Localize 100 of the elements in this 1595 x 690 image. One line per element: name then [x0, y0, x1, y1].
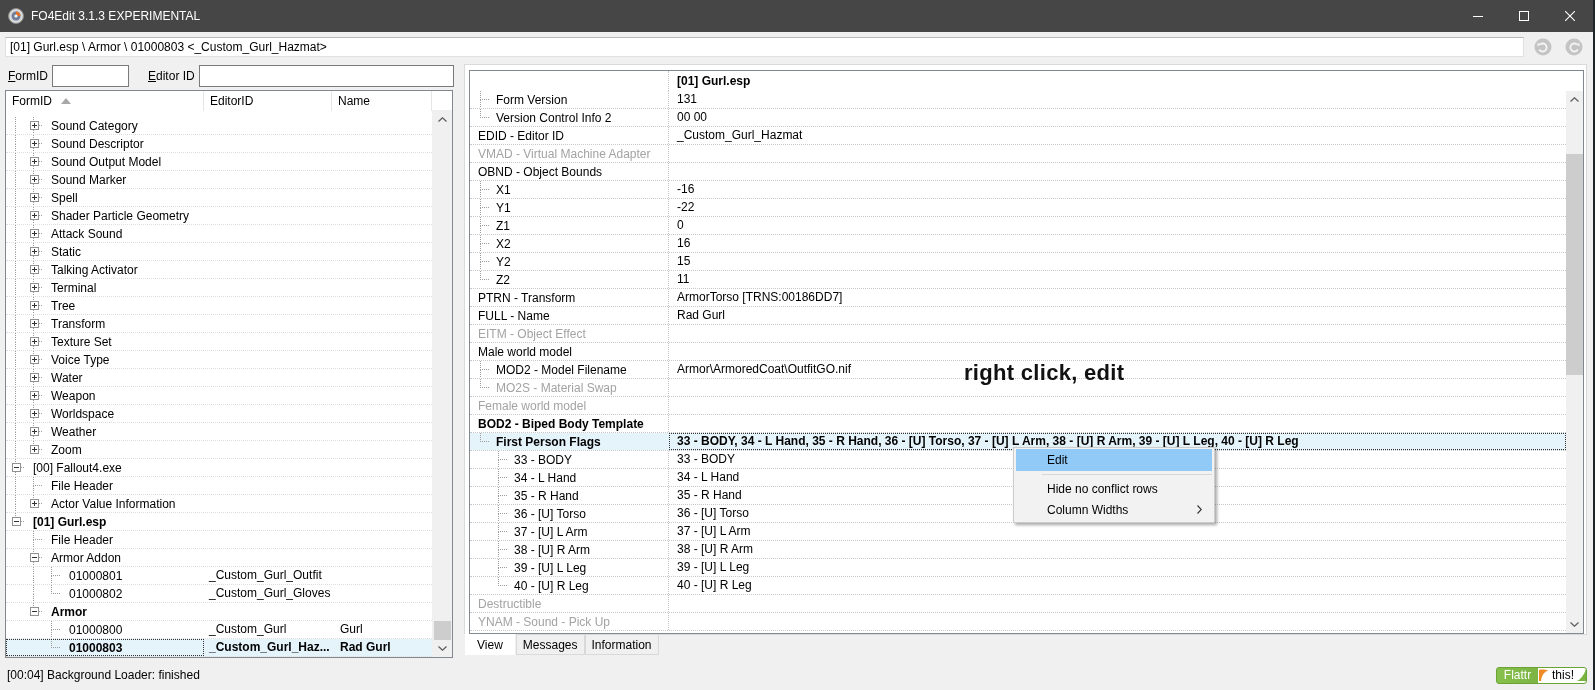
plus-box-icon[interactable]	[29, 265, 39, 274]
flattr-button[interactable]: Flattr this!	[1496, 666, 1587, 684]
minus-box-icon[interactable]	[11, 463, 21, 472]
plus-box-icon[interactable]	[29, 355, 39, 364]
column-header[interactable]: Name	[332, 91, 432, 111]
chevron-up-icon[interactable]	[437, 117, 447, 122]
plus-box-icon[interactable]	[29, 445, 39, 454]
tree-row[interactable]: Worldspace	[6, 405, 432, 423]
column-header[interactable]: FormID	[6, 91, 204, 111]
tree-row[interactable]: Sound Marker	[6, 171, 432, 189]
path-field[interactable]: [01] Gurl.esp \ Armor \ 01000803 <_Custom_Gurl_Hazmat>	[5, 37, 1524, 57]
minus-box-icon[interactable]	[29, 607, 39, 616]
tree-row[interactable]: 01000803 _Custom_Gurl_Haz... Rad Gurl	[6, 639, 432, 657]
tab[interactable]: Information	[584, 635, 659, 655]
field-row[interactable]: Male world model	[470, 343, 669, 360]
field-row[interactable]: Y2 15	[470, 253, 695, 270]
tree-row[interactable]: Sound Descriptor	[6, 135, 432, 153]
plus-box-icon[interactable]	[29, 193, 39, 202]
field-row[interactable]: Form Version 131	[470, 91, 702, 108]
field-row[interactable]: X2 16	[470, 235, 695, 252]
tab[interactable]: Messages	[515, 635, 585, 655]
tree-row[interactable]: Shader Particle Geometry	[6, 207, 432, 225]
field-row[interactable]: 35 - R Hand 35 - R Hand	[470, 487, 746, 504]
tree-row[interactable]: Weapon	[6, 387, 432, 405]
plus-box-icon[interactable]	[29, 499, 39, 508]
plus-box-icon[interactable]	[29, 157, 39, 166]
plus-box-icon[interactable]	[29, 319, 39, 328]
menu-item[interactable]: Edit	[1016, 449, 1212, 471]
field-label: MOD2 - Model Filename	[496, 362, 627, 377]
plus-box-icon[interactable]	[29, 139, 39, 148]
tree-row[interactable]: Transform	[6, 315, 432, 333]
tree-row[interactable]: Sound Category	[6, 117, 432, 135]
tab[interactable]: View	[464, 634, 516, 656]
tree-row[interactable]: Static	[6, 243, 432, 261]
chevron-down-icon[interactable]	[437, 646, 447, 651]
plus-box-icon[interactable]	[29, 391, 39, 400]
plus-box-icon[interactable]	[29, 337, 39, 346]
field-row[interactable]: FULL - Name Rad Gurl	[470, 307, 730, 324]
tree-row[interactable]: Actor Value Information	[6, 495, 432, 513]
menu-item[interactable]: Hide no conflict rows	[1016, 478, 1212, 499]
field-row[interactable]: BOD2 - Biped Body Template	[470, 415, 669, 432]
field-row[interactable]: OBND - Object Bounds	[470, 163, 669, 180]
plus-box-icon[interactable]	[29, 373, 39, 382]
tree-row[interactable]: Tree	[6, 297, 432, 315]
vertical-scrollbar[interactable]	[432, 111, 452, 657]
tree-row[interactable]: [01] Gurl.esp	[6, 513, 432, 531]
scrollbar-thumb[interactable]	[1566, 154, 1583, 375]
plus-box-icon[interactable]	[29, 229, 39, 238]
field-row[interactable]: 38 - [U] R Arm 38 - [U] R Arm	[470, 541, 757, 558]
field-row[interactable]: 34 - L Hand 34 - L Hand	[470, 469, 744, 486]
chevron-up-icon[interactable]	[1570, 97, 1579, 102]
vertical-scrollbar[interactable]	[1566, 91, 1583, 633]
field-row[interactable]: 39 - [U] L Leg 39 - [U] L Leg	[470, 559, 754, 576]
minus-box-icon[interactable]	[29, 553, 39, 562]
plus-box-icon[interactable]	[29, 409, 39, 418]
tree-row[interactable]: Sound Output Model	[6, 153, 432, 171]
filter-field[interactable]	[52, 65, 129, 87]
tree-row[interactable]: File Header	[6, 477, 432, 495]
field-row[interactable]: 37 - [U] L Arm 37 - [U] L Arm	[470, 523, 755, 540]
minus-box-icon[interactable]	[11, 517, 21, 526]
filter-field[interactable]	[198, 65, 454, 87]
tree-row[interactable]: Weather	[6, 423, 432, 441]
field-row[interactable]: Z1 0	[470, 217, 688, 234]
field-row[interactable]: X1 -16	[470, 181, 699, 198]
tree-row[interactable]: File Header	[6, 531, 432, 549]
plus-box-icon[interactable]	[29, 427, 39, 436]
tree-row[interactable]: [00] Fallout4.exe	[6, 459, 432, 477]
field-row[interactable]: Y1 -22	[470, 199, 699, 216]
tree-item-label: Shader Particle Geometry	[51, 208, 190, 223]
tree-row[interactable]: Zoom	[6, 441, 432, 459]
plus-box-icon[interactable]	[29, 175, 39, 184]
field-row[interactable]: MOD2 - Model Filename Armor\ArmoredCoat\OutfitGO.nif	[470, 361, 856, 378]
tree-row[interactable]: Armor Addon	[6, 549, 432, 567]
tree-row[interactable]: Texture Set	[6, 333, 432, 351]
field-row[interactable]: 40 - [U] R Leg 40 - [U] R Leg	[470, 577, 756, 594]
tree-row[interactable]: Armor	[6, 603, 432, 621]
tree-row[interactable]: Attack Sound	[6, 225, 432, 243]
plus-box-icon[interactable]	[29, 301, 39, 310]
tree-row[interactable]: Terminal	[6, 279, 432, 297]
scrollbar-thumb[interactable]	[433, 621, 451, 640]
tree-row[interactable]: Spell	[6, 189, 432, 207]
field-row[interactable]: 36 - [U] Torso 36 - [U] Torso	[470, 505, 753, 522]
tree-row[interactable]: Talking Activator	[6, 261, 432, 279]
plus-box-icon[interactable]	[29, 121, 39, 130]
plus-box-icon[interactable]	[29, 211, 39, 220]
plus-box-icon[interactable]	[29, 247, 39, 256]
menu-item[interactable]: Column Widths	[1016, 499, 1212, 520]
column-header[interactable]: EditorID	[204, 91, 332, 111]
tree-row[interactable]: 01000801 _Custom_Gurl_Outfit	[6, 567, 432, 585]
chevron-down-icon[interactable]	[1570, 622, 1579, 627]
field-row[interactable]: 33 - BODY 33 - BODY	[470, 451, 740, 468]
field-label: Form Version	[496, 92, 568, 107]
field-row[interactable]: PTRN - Transform ArmorTorso [TRNS:00186DD7]	[470, 289, 847, 306]
tree-row[interactable]: Water	[6, 369, 432, 387]
tree-row[interactable]: Voice Type	[6, 351, 432, 369]
field-row[interactable]: Z2 11	[470, 271, 694, 288]
field-row[interactable]: EDID - Editor ID _Custom_Gurl_Hazmat	[470, 127, 807, 144]
field-row[interactable]: Version Control Info 2 00 00	[470, 109, 712, 126]
plus-box-icon[interactable]	[29, 283, 39, 292]
tree-row[interactable]: 01000802 _Custom_Gurl_Gloves	[6, 585, 432, 603]
